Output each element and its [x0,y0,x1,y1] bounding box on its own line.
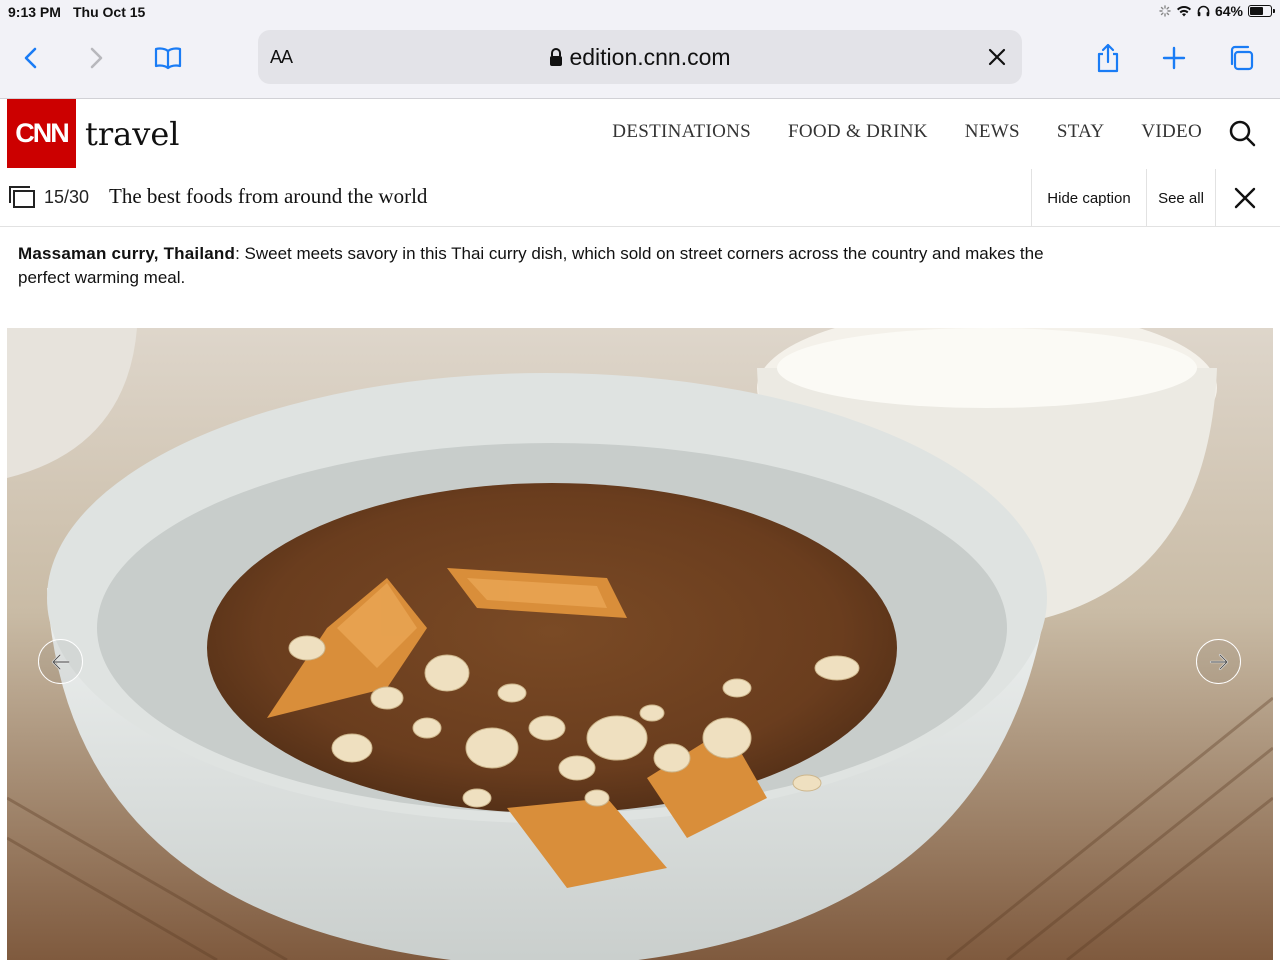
headphones-icon [1197,5,1210,17]
gallery-photo [7,328,1273,960]
gallery-icon [9,186,35,208]
battery-level [1250,7,1263,15]
gallery-counter: 15/30 [44,187,90,207]
back-button[interactable] [11,38,51,78]
site-header: CNN travel DESTINATIONS FOOD & DRINK NEW… [0,99,1280,169]
gallery-bar: 15/30 The best foods from around the wor… [0,169,1280,227]
bookmarks-button[interactable] [148,38,188,78]
gallery-caption: Massaman curry, Thailand: Sweet meets sa… [18,242,1048,290]
book-icon [154,47,182,70]
close-gallery-button[interactable] [1215,169,1273,227]
plus-icon [1162,46,1186,70]
share-button[interactable] [1088,38,1128,78]
arrow-right-icon [1209,653,1228,670]
previous-slide-button[interactable] [38,639,83,684]
url-display[interactable]: edition.cnn.com [258,44,1022,71]
loading-spinner-icon [1159,5,1171,17]
nav-stay[interactable]: STAY [1057,121,1105,143]
status-date: Thu Oct 15 [73,4,146,20]
caption-heading: Massaman curry, Thailand [18,244,236,263]
see-all-button[interactable]: See all [1146,169,1215,227]
new-tab-button[interactable] [1154,38,1194,78]
status-time: 9:13 PM [8,4,61,20]
cnn-logo-text: CNN [15,118,69,148]
nav-video[interactable]: VIDEO [1141,121,1202,143]
close-icon [1234,187,1255,209]
next-slide-button[interactable] [1196,639,1241,684]
nav-food-drink[interactable]: FOOD & DRINK [788,121,928,143]
share-icon [1097,43,1119,73]
status-bar: 9:13 PM Thu Oct 15 64% [0,0,1280,24]
forward-button[interactable] [76,38,116,78]
lock-icon [550,48,563,66]
nav-news[interactable]: NEWS [965,121,1020,143]
browser-toolbar: AA edition.cnn.com [0,24,1280,99]
battery-percent: 64% [1214,3,1243,19]
massaman-curry-photo [7,328,1273,960]
status-right: 64% [1159,3,1275,19]
section-brand[interactable]: travel [85,115,179,153]
nav-destinations[interactable]: DESTINATIONS [612,121,751,143]
battery-icon [1248,5,1275,17]
clear-url-icon[interactable] [984,44,1010,70]
url-text: edition.cnn.com [569,44,731,70]
main-nav: DESTINATIONS FOOD & DRINK NEWS STAY VIDE… [612,121,1202,143]
search-icon[interactable] [1228,119,1258,149]
wifi-icon [1176,6,1191,17]
tabs-icon [1230,45,1254,71]
chevron-left-icon [24,47,37,69]
gallery-title: The best foods from around the world [109,184,428,208]
cnn-logo[interactable]: CNN [7,99,76,168]
hide-caption-button[interactable]: Hide caption [1031,169,1146,227]
address-bar[interactable]: AA edition.cnn.com [258,30,1022,84]
tabs-overview-button[interactable] [1221,38,1261,78]
chevron-right-icon [90,47,103,69]
arrow-left-icon [51,653,70,670]
